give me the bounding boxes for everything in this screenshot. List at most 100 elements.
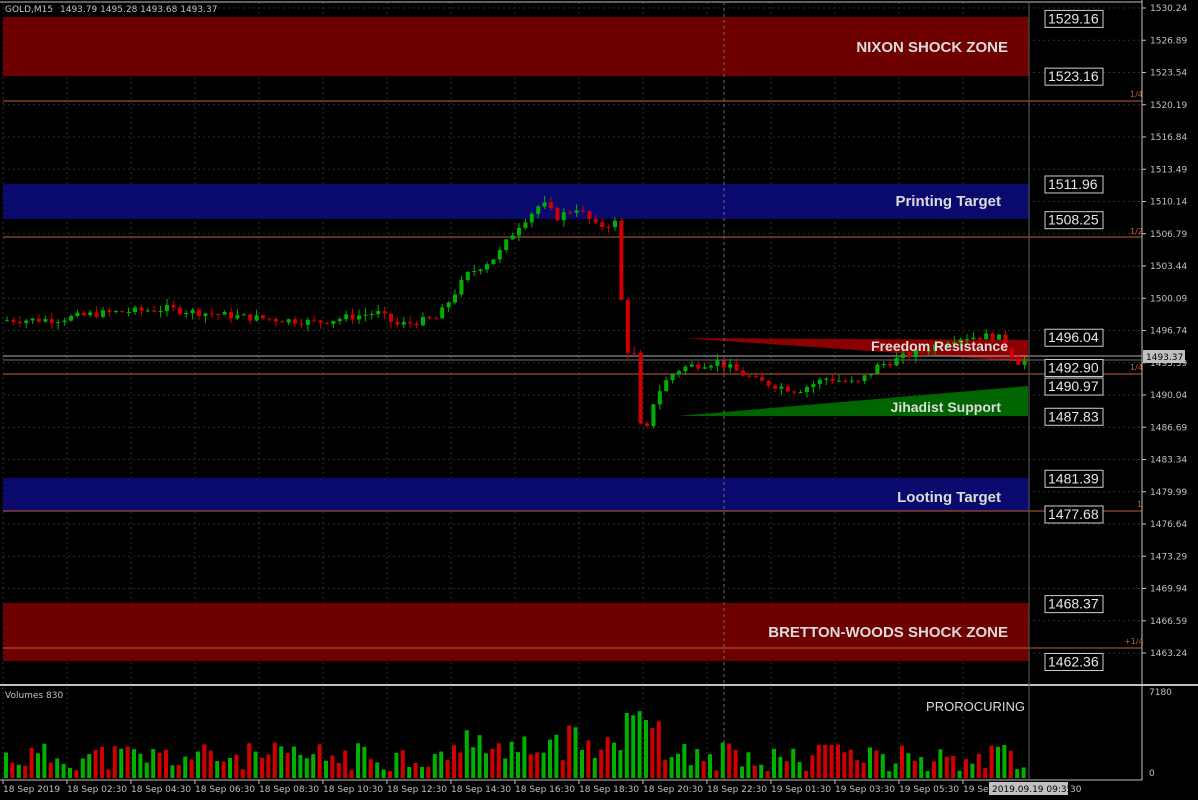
price-level-box[interactable]: 1529.16 [1044, 9, 1104, 28]
volume-bar [100, 747, 104, 778]
candle-body [107, 310, 112, 312]
volume-bar [420, 766, 424, 778]
price-level-box[interactable]: 1487.83 [1044, 407, 1104, 426]
price-level-box[interactable]: 1508.25 [1044, 211, 1104, 230]
volume-bar [176, 764, 181, 778]
volume-bar [356, 743, 360, 778]
volume-bar [784, 761, 789, 778]
time-tick-label: 18 Sep 10:30 [323, 785, 383, 795]
candle-body [664, 380, 669, 392]
volume-bar [554, 734, 559, 778]
candle-body [561, 212, 566, 221]
volume-bar [221, 761, 226, 778]
candle-body [414, 323, 419, 326]
volume-bar [669, 757, 674, 778]
candle-body [120, 311, 125, 313]
candle-body [645, 423, 649, 427]
volume-bar [132, 749, 136, 778]
candle-body [485, 264, 489, 270]
volume-bar [599, 749, 604, 778]
candle-body [606, 226, 611, 228]
time-tick-label: 19 Sep 03:30 [835, 785, 895, 795]
time-axis[interactable]: 18 Sep 2019 18 Sep 02:30 18 Sep 04:30 18 Se… [2, 780, 995, 795]
volume-bar [170, 765, 175, 778]
candlesticks [5, 195, 1027, 429]
candle-body [478, 269, 483, 272]
price-level-box[interactable]: 1511.96 [1044, 175, 1104, 194]
volume-bar [637, 711, 642, 778]
volume-bar [695, 749, 700, 778]
volume-bar [189, 759, 194, 778]
volume-bar [74, 770, 79, 778]
symbol-label: GOLD,M15 [5, 5, 53, 15]
volume-bar [612, 742, 616, 778]
candle-body [504, 239, 509, 250]
candle-body [62, 320, 67, 323]
candle-body [158, 310, 163, 312]
time-tick-label: 18 Sep 22:30 [707, 785, 767, 795]
volume-min-label: 0 [1149, 769, 1155, 779]
candle-body [715, 360, 720, 366]
candle-body [357, 315, 361, 320]
volume-bar [106, 769, 111, 778]
volume-bar [304, 758, 309, 778]
volume-bar [458, 752, 463, 778]
candle-body [785, 386, 790, 392]
price-level-box[interactable]: 1481.39 [1044, 469, 1104, 488]
candle-body [81, 312, 86, 316]
volume-bar [906, 753, 911, 778]
price-level-text: 1468.37 [1048, 596, 1099, 612]
candle-body [408, 322, 413, 324]
candle-body [536, 206, 541, 214]
volume-bar [68, 767, 72, 778]
volume-bar [36, 753, 40, 778]
volume-bar [490, 748, 495, 778]
price-tick-label: 1486.69 [1150, 423, 1187, 433]
volume-bar [112, 746, 117, 778]
volume-bar [644, 719, 648, 778]
volume-bar [893, 763, 898, 778]
volume-bar [650, 727, 655, 778]
price-level-box[interactable]: 1490.97 [1044, 377, 1104, 396]
volume-bar [445, 759, 450, 778]
volume-max-label: 7180 [1149, 688, 1172, 698]
chart-canvas[interactable]: 1/4 1/2 1/4 1 +1/4 NIXON SHOCK ZONE Prin… [0, 0, 1198, 800]
price-level-box[interactable]: 1468.37 [1044, 595, 1104, 614]
price-level-box[interactable]: 1523.16 [1044, 67, 1104, 86]
fib-label: 1 [1137, 500, 1142, 509]
fib-label: 1/4 [1130, 90, 1143, 99]
price-tick-label: 1503.44 [1150, 262, 1187, 272]
candle-body [683, 366, 688, 372]
candle-body [133, 307, 137, 313]
fib-label: +1/4 [1124, 637, 1144, 646]
candle-body [43, 319, 48, 322]
price-level-box[interactable]: 1492.90 [1044, 358, 1104, 377]
candle-body [856, 380, 861, 382]
candle-body [113, 311, 118, 313]
price-level-box[interactable]: 1496.04 [1044, 328, 1104, 347]
volume-bar [125, 746, 130, 778]
candle-body [568, 212, 573, 214]
candle-body [293, 319, 297, 324]
time-tick-label: 18 Sep 18:30 [579, 785, 639, 795]
volume-bar [1008, 750, 1013, 778]
candle-body [184, 313, 189, 315]
volume-bar [733, 750, 738, 778]
candle-body [56, 322, 61, 324]
candle-body [305, 319, 310, 325]
volume-bar [426, 766, 431, 778]
candle-body [766, 380, 771, 386]
volume-bar [253, 751, 258, 778]
price-level-box[interactable]: 1462.36 [1044, 652, 1104, 671]
volume-bar [234, 754, 239, 778]
volume-bar [80, 758, 85, 778]
volumes-title: Volumes 830 [5, 691, 63, 701]
price-axis[interactable]: 1530.24 1526.89 1523.54 1520.19 1516.84 1513.… [1142, 4, 1187, 659]
candle-body [593, 218, 598, 223]
candle-body [17, 322, 22, 324]
candle-body [625, 299, 630, 353]
price-tick-label: 1516.84 [1150, 133, 1187, 143]
price-level-box[interactable]: 1477.68 [1044, 505, 1104, 524]
fib-label: 1/2 [1130, 227, 1143, 236]
candle-body [331, 321, 336, 324]
